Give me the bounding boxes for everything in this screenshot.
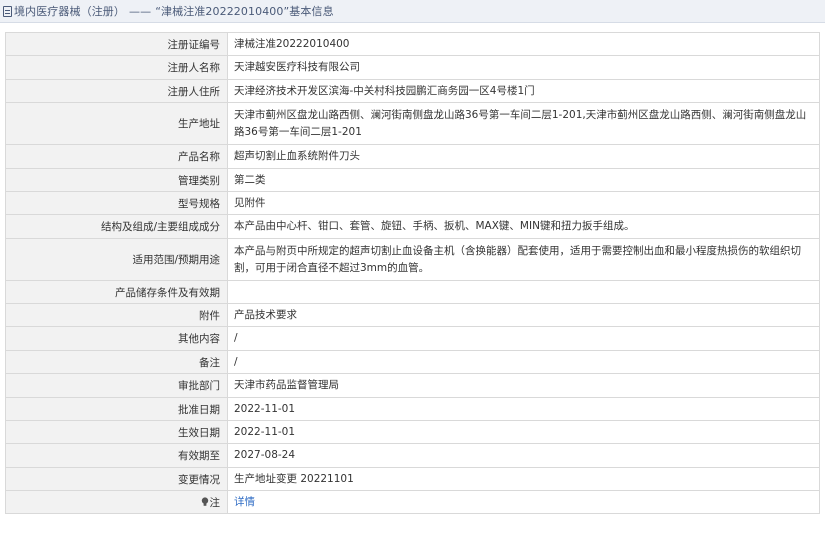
row-label: 注册人名称 [5,55,228,80]
lightbulb-icon [201,496,208,506]
row-label: 审批部门 [5,373,228,398]
note-label: 注 [209,496,221,509]
row-value: 2022-11-01 [227,420,820,444]
table-row: 生效日期 2022-11-01 [5,420,820,444]
table-row: 注册人住所 天津经济技术开发区滨海-中关村科技园鹏汇商务园一区4号楼1门 [5,79,820,103]
row-label: 生产地址 [5,102,228,145]
row-label: 产品储存条件及有效期 [5,280,228,304]
table-row: 变更情况 生产地址变更 20221101 [5,467,820,491]
document-icon [3,5,12,17]
table-row: 型号规格 见附件 [5,191,820,215]
table-row: 注册人名称 天津越安医疗科技有限公司 [5,55,820,80]
row-label: 备注 [5,350,228,374]
row-label: 注册人住所 [5,79,228,103]
row-value: 产品技术要求 [227,303,820,327]
page-header: 境内医疗器械（注册） —— “津械注准20222010400”基本信息 [0,0,825,23]
row-value: 2022-11-01 [227,397,820,421]
breadcrumb-section: 境内医疗器械（注册） [14,5,125,18]
row-value: 2027-08-24 [227,443,820,468]
table-row: 生产地址 天津市蓟州区盘龙山路西侧、澜河街南侧盘龙山路36号第一车间二层1-201… [5,102,820,145]
breadcrumb-separator: —— [129,4,152,18]
row-label: 有效期至 [5,443,228,468]
page-title: “津械注准20222010400”基本信息 [155,5,334,18]
row-label: 附件 [5,303,228,327]
row-label: 批准日期 [5,397,228,421]
row-label: 生效日期 [5,420,228,444]
registration-info-table: 注册证编号 津械注准20222010400 注册人名称 天津越安医疗科技有限公司 注… [5,32,820,514]
table-row: 备注 / [5,350,820,374]
row-value: 超声切割止血系统附件刀头 [227,144,820,169]
row-label: 型号规格 [5,191,228,215]
row-value: 本产品与附页中所规定的超声切割止血设备主机（含换能器）配套使用，适用于需要控制出… [227,238,820,281]
table-row: 结构及组成/主要组成成分 本产品由中心杆、钳口、套管、旋钮、手柄、扳机、MAX键、… [5,214,820,239]
table-row: 批准日期 2022-11-01 [5,397,820,421]
row-value [227,280,820,304]
row-value: 津械注准20222010400 [227,32,820,56]
table-row: 有效期至 2027-08-24 [5,443,820,468]
row-value: 天津经济技术开发区滨海-中关村科技园鹏汇商务园一区4号楼1门 [227,79,820,103]
table-row: 管理类别 第二类 [5,168,820,192]
note-value-cell: 详情 [227,490,820,514]
table-row: 注册证编号 津械注准20222010400 [5,32,820,56]
table-row: 附件 产品技术要求 [5,303,820,327]
row-label: 管理类别 [5,168,228,192]
row-value: 天津市药品监督管理局 [227,373,820,398]
row-label: 其他内容 [5,326,228,351]
row-value: 见附件 [227,191,820,215]
row-value: 生产地址变更 20221101 [227,467,820,491]
row-label: 变更情况 [5,467,228,491]
row-value: / [227,326,820,351]
table-row: 适用范围/预期用途 本产品与附页中所规定的超声切割止血设备主机（含换能器）配套使用… [5,238,820,281]
row-label: 产品名称 [5,144,228,169]
row-value: / [227,350,820,374]
details-link[interactable]: 详情 [234,496,255,508]
table-row: 产品名称 超声切割止血系统附件刀头 [5,144,820,169]
row-value: 第二类 [227,168,820,192]
note-row: 注 详情 [5,490,820,514]
row-label: 结构及组成/主要组成成分 [5,214,228,239]
row-value: 天津市蓟州区盘龙山路西侧、澜河街南侧盘龙山路36号第一车间二层1-201,天津市… [227,102,820,145]
table-row: 审批部门 天津市药品监督管理局 [5,373,820,398]
table-row: 其他内容 / [5,326,820,351]
row-label: 注册证编号 [5,32,228,56]
row-label: 适用范围/预期用途 [5,238,228,281]
note-label-cell: 注 [5,490,228,514]
row-value: 天津越安医疗科技有限公司 [227,55,820,80]
row-value: 本产品由中心杆、钳口、套管、旋钮、手柄、扳机、MAX键、MIN键和扭力扳手组成。 [227,214,820,239]
table-row: 产品储存条件及有效期 [5,280,820,304]
